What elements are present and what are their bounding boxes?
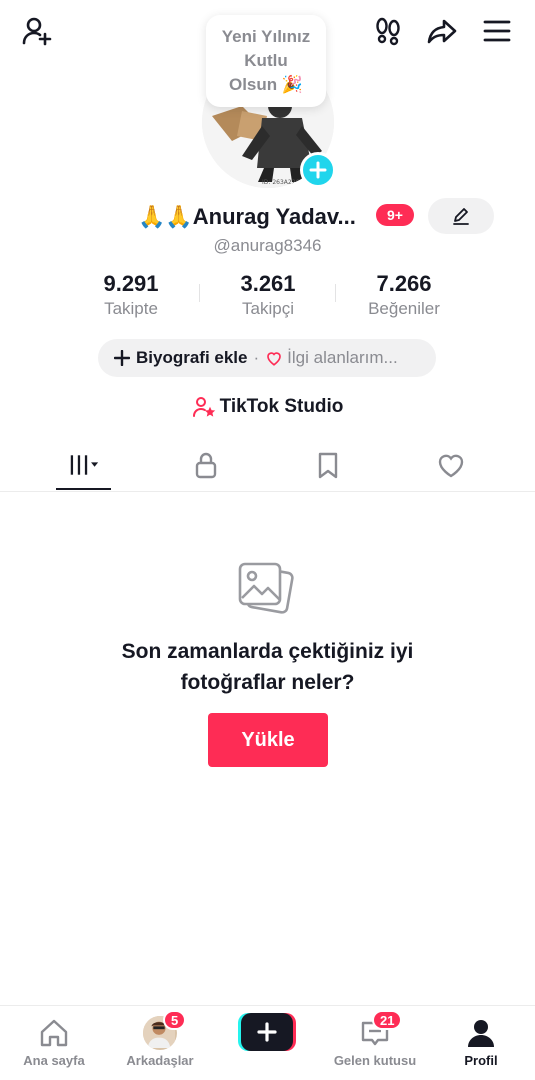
empty-state-title: Son zamanlarda çektiğiniz iyi fotoğrafla… [0, 636, 535, 698]
note-line-3: Olsun 🎉 [228, 75, 304, 94]
bio-pill: Biyografi ekle · İlgi alanlarım... [98, 339, 436, 377]
friends-badge: 5 [163, 1010, 187, 1030]
plus-icon [257, 1022, 277, 1042]
pencil-icon [453, 208, 469, 225]
note-line-1: Yeni Yılınız [221, 27, 311, 46]
photos-icon [238, 562, 294, 614]
following-label: Takipte [104, 299, 158, 318]
bookmark-icon [318, 452, 338, 479]
note-line-2: Kutlu [244, 51, 288, 70]
footprints-icon[interactable] [371, 14, 405, 48]
nav-friends[interactable]: 5 Arkadaşlar [110, 1006, 210, 1080]
tab-saved[interactable] [288, 440, 368, 490]
username: @anurag8346 [213, 236, 322, 255]
home-icon [40, 1019, 68, 1047]
nav-inbox[interactable]: 21 Gelen kutusu [325, 1006, 425, 1080]
tab-liked[interactable] [411, 440, 491, 490]
svg-text:ID: 263A2260: ID: 263A2260 [262, 179, 303, 186]
share-icon[interactable] [425, 14, 459, 48]
add-avatar-button[interactable] [300, 152, 336, 188]
display-name: 🙏🙏Anurag Yadav... [138, 204, 356, 229]
tab-private[interactable] [166, 440, 246, 490]
plus-icon [114, 350, 130, 366]
create-button[interactable] [238, 1013, 296, 1051]
followers-label: Takipçi [242, 299, 294, 318]
heart-outline-icon [267, 352, 281, 366]
bio-separator: · [253, 348, 260, 367]
active-tab-indicator [56, 488, 111, 490]
add-friend-icon[interactable] [20, 14, 54, 48]
nav-profile[interactable]: Profil [431, 1006, 531, 1080]
following-count: 9.291 [103, 271, 159, 296]
profile-icon [468, 1020, 494, 1047]
profile-note-bubble[interactable]: Yeni Yılınız Kutlu Olsun 🎉 [206, 15, 326, 107]
studio-label: TikTok Studio [219, 396, 344, 417]
nav-friends-label: Arkadaşlar [126, 1053, 194, 1068]
grid-icon [70, 455, 99, 475]
nav-profile-label: Profil [464, 1053, 498, 1068]
studio-person-icon [192, 397, 215, 417]
name-row: 🙏🙏Anurag Yadav... 9+ [0, 196, 535, 238]
interests-label: İlgi alanlarım... [287, 348, 398, 367]
interests-button[interactable]: İlgi alanlarım... [265, 348, 398, 368]
edit-profile-button[interactable] [428, 198, 494, 234]
empty-title-line-1: Son zamanlarda çektiğiniz iyi [121, 640, 414, 663]
tab-videos[interactable] [44, 440, 124, 490]
nav-home-label: Ana sayfa [23, 1053, 85, 1068]
stats-row: 9.291 Takipte 3.261 Takipçi 7.266 Beğeni… [0, 270, 535, 326]
stat-likes[interactable]: 7.266 Beğeniler [334, 270, 474, 320]
heart-icon [438, 454, 464, 478]
add-bio-button[interactable]: Biyografi ekle [114, 348, 248, 368]
stat-following[interactable]: 9.291 Takipte [61, 270, 201, 320]
upload-button[interactable]: Yükle [208, 713, 328, 767]
notification-badge[interactable]: 9+ [376, 204, 414, 226]
likes-label: Beğeniler [368, 299, 440, 318]
content-tabs [0, 440, 535, 492]
add-bio-label: Biyografi ekle [136, 348, 248, 367]
empty-title-line-2: fotoğraflar neler? [180, 671, 355, 694]
tiktok-studio-link[interactable]: TikTok Studio [0, 395, 535, 419]
nav-home[interactable]: Ana sayfa [4, 1006, 104, 1080]
nav-inbox-label: Gelen kutusu [333, 1053, 417, 1068]
menu-icon[interactable] [480, 14, 514, 48]
stat-followers[interactable]: 3.261 Takipçi [198, 270, 338, 320]
likes-count: 7.266 [376, 271, 432, 296]
followers-count: 3.261 [240, 271, 296, 296]
lock-icon [195, 452, 217, 479]
inbox-badge: 21 [372, 1010, 403, 1030]
